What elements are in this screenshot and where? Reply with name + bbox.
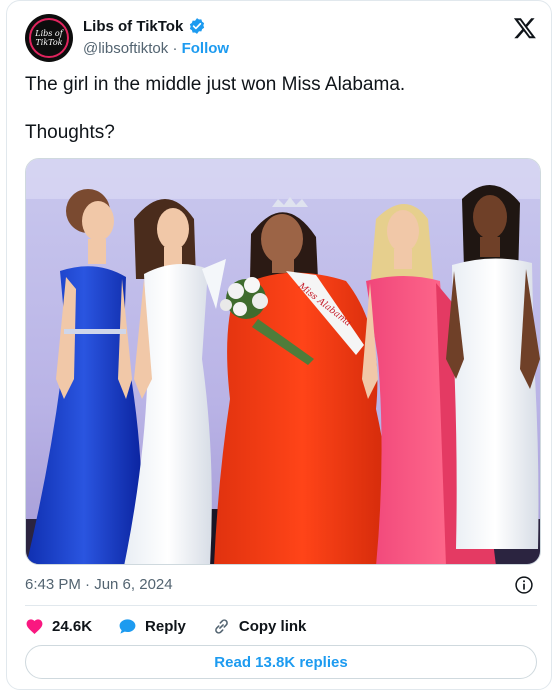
verified-badge-icon	[190, 18, 205, 34]
tweet-card: Libs of TikTok Libs of TikTok @libsoftik…	[6, 0, 552, 690]
tweet-photo[interactable]: Miss Alabama	[25, 158, 541, 565]
reply-label: Reply	[145, 617, 186, 635]
tweet-timestamp[interactable]: 6:43 PM · Jun 6, 2024	[25, 576, 173, 593]
read-replies-button[interactable]: Read 13.8K replies	[25, 645, 537, 679]
copy-link-button[interactable]: Copy link	[212, 617, 307, 636]
like-button[interactable]: 24.6K	[25, 617, 92, 636]
reply-button[interactable]: Reply	[118, 617, 186, 636]
read-replies-label: Read 13.8K replies	[214, 653, 348, 671]
avatar-logo: Libs of TikTok	[29, 18, 69, 58]
tweet-text: The girl in the middle just won Miss Ala…	[25, 74, 406, 143]
author-name-row: Libs of TikTok	[83, 17, 206, 35]
avatar[interactable]: Libs of TikTok	[25, 14, 73, 62]
link-icon	[215, 618, 228, 634]
action-bar: 24.6K Reply Copy link	[25, 615, 332, 637]
tweet-header: Libs of TikTok Libs of TikTok @libsoftik…	[25, 14, 537, 62]
like-count: 24.6K	[52, 617, 93, 635]
info-icon[interactable]	[514, 575, 534, 595]
pageant-photo: Miss Alabama	[26, 159, 540, 564]
author-handle-row: @libsoftiktok · Follow	[83, 40, 229, 57]
x-logo-icon[interactable]	[513, 16, 537, 40]
avatar-text-line1: Libs of	[35, 29, 63, 38]
divider	[25, 605, 537, 606]
copy-link-label: Copy link	[238, 617, 307, 635]
heart-icon	[26, 618, 43, 634]
reply-bubble-icon	[119, 618, 136, 634]
avatar-text-line2: TikTok	[35, 38, 63, 47]
follow-button[interactable]: Follow	[182, 40, 230, 57]
author-handle[interactable]: @libsoftiktok	[83, 40, 168, 57]
author-name[interactable]: Libs of TikTok	[83, 18, 183, 35]
handle-separator: ·	[172, 40, 178, 57]
